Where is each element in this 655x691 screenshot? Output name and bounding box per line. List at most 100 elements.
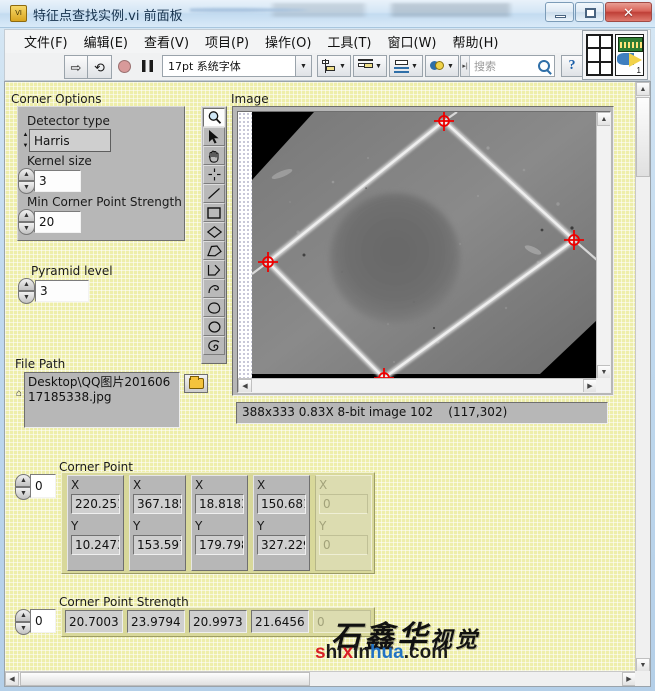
image-label: Image	[231, 92, 269, 106]
min-strength-input[interactable]: 20	[34, 211, 81, 233]
vi-icon-number: 1	[637, 66, 641, 75]
wm-c12: m	[431, 642, 448, 663]
corner-point-index[interactable]: 0	[30, 474, 56, 498]
freehand-region-tool[interactable]	[203, 336, 225, 355]
strength-index[interactable]: 0	[30, 609, 56, 633]
chevron-down-icon[interactable]: ▼	[295, 56, 311, 76]
spinner-down-icon[interactable]: ▼	[18, 181, 35, 194]
vertical-scroll-thumb[interactable]	[636, 97, 650, 177]
distribute-objects-button[interactable]: ▼	[353, 55, 387, 77]
title-bar: VI 特征点查找实例.vi 前面板 ✕	[0, 0, 655, 28]
search-input[interactable]: 搜索	[470, 58, 496, 74]
rotated-rectangle-tool[interactable]	[203, 222, 225, 241]
panel-horizontal-scrollbar[interactable]: ◀ ▶	[5, 671, 636, 686]
distribute-objects-icon	[358, 59, 373, 73]
labview-front-panel-window: VI 特征点查找实例.vi 前面板 ✕ 文件(F) 编辑(E) 查看(V) 项目…	[0, 0, 655, 691]
menu-help[interactable]: 帮助(H)	[445, 30, 507, 53]
spinner-up-icon[interactable]: ▲	[18, 278, 35, 291]
strength-value-4: 0	[313, 610, 371, 633]
spinner-up-icon[interactable]: ▲	[18, 209, 35, 222]
corner-detection-image[interactable]	[238, 112, 597, 379]
menu-project[interactable]: 项目(P)	[197, 30, 257, 53]
scroll-down-button[interactable]: ▼	[597, 365, 611, 379]
scrollbar-corner	[635, 671, 650, 686]
pyramid-level-spinner[interactable]: ▲ ▼	[18, 278, 35, 304]
image-tool-palette[interactable]	[201, 106, 227, 364]
detector-type-label: Detector type	[27, 114, 110, 128]
abort-button[interactable]	[113, 55, 136, 77]
scroll-left-button[interactable]: ◀	[5, 672, 19, 686]
detector-type-ring[interactable]: Harris	[29, 129, 111, 152]
font-selector[interactable]: 17pt 系统字体 ▼	[162, 55, 312, 77]
reorder-objects-button[interactable]: ▼	[425, 55, 459, 77]
menu-file[interactable]: 文件(F)	[16, 30, 76, 53]
minimize-button[interactable]	[545, 2, 574, 22]
pan-tool[interactable]	[203, 146, 225, 165]
rectangle-tool[interactable]	[203, 203, 225, 222]
strength-value-1: 23.9794	[127, 610, 185, 633]
corner-point-y-value-3: 327.229	[257, 535, 306, 555]
kernel-size-label: Kernel size	[27, 154, 92, 168]
image-vertical-scrollbar[interactable]: ▲ ▼	[596, 112, 610, 379]
menu-window[interactable]: 窗口(W)	[380, 30, 445, 53]
menu-view[interactable]: 查看(V)	[136, 30, 197, 53]
point-tool[interactable]	[203, 165, 225, 184]
menu-tools[interactable]: 工具(T)	[319, 30, 379, 53]
close-icon: ✕	[606, 3, 651, 21]
context-help-button[interactable]: ?	[561, 55, 583, 77]
search-icon[interactable]	[538, 60, 550, 72]
spinner-down-icon[interactable]: ▼	[18, 222, 35, 235]
run-continuously-button[interactable]: ⟲	[88, 56, 111, 78]
maximize-button[interactable]	[575, 2, 604, 22]
strength-value-3: 21.6456	[251, 610, 309, 633]
watermark-chinese-2: 视觉	[430, 627, 480, 653]
browse-folder-button[interactable]	[184, 374, 208, 393]
horizontal-scroll-thumb[interactable]	[20, 672, 310, 686]
run-arrow-icon: ⇨	[71, 61, 82, 74]
corner-point-y-value-0: 10.2473	[71, 535, 120, 555]
image-horizontal-scrollbar[interactable]: ◀ ▶	[238, 378, 597, 392]
search-box[interactable]: ▸| 搜索	[460, 55, 555, 77]
spinner-up-icon[interactable]: ▲	[18, 168, 35, 181]
corner-point-x-label-3: X	[257, 478, 265, 492]
scroll-up-button[interactable]: ▲	[597, 112, 611, 126]
menu-edit[interactable]: 编辑(E)	[76, 30, 136, 53]
select-tool[interactable]	[203, 127, 225, 146]
scroll-right-button[interactable]: ▶	[622, 672, 636, 686]
connector-pane[interactable]	[586, 34, 613, 76]
polygon-tool[interactable]	[203, 241, 225, 260]
vi-icon[interactable]: 1	[615, 34, 644, 76]
run-button[interactable]: ⇨	[65, 56, 88, 78]
scroll-right-button[interactable]: ▶	[583, 379, 597, 393]
corner-point-x-value-0: 220.251	[71, 494, 120, 514]
min-corner-point-strength-label: Min Corner Point Strength	[27, 195, 182, 209]
wm-c3: x	[342, 642, 353, 663]
menu-operate[interactable]: 操作(O)	[257, 30, 319, 53]
min-strength-spinner[interactable]: ▲ ▼	[18, 209, 35, 235]
front-panel-canvas[interactable]: Corner Options Detector type ▲ ▼ Harris …	[5, 82, 636, 672]
corner-point-x-value-4: 0	[319, 494, 368, 514]
freehand-line-tool[interactable]	[203, 279, 225, 298]
close-button[interactable]: ✕	[605, 2, 652, 22]
scroll-up-button[interactable]: ▲	[636, 82, 650, 96]
file-path-input[interactable]: Desktop\QQ图片20160617185338.jpg	[24, 372, 180, 428]
spinner-down-icon[interactable]: ▼	[18, 291, 35, 304]
oval-tool[interactable]	[203, 317, 225, 336]
zoom-tool[interactable]	[203, 108, 225, 127]
corner-point-y-label-1: Y	[133, 519, 140, 533]
pause-button[interactable]	[136, 55, 159, 77]
scroll-left-button[interactable]: ◀	[238, 379, 252, 393]
resize-objects-button[interactable]: ▼	[389, 55, 423, 77]
abort-execution-icon	[118, 60, 131, 73]
panel-vertical-scrollbar[interactable]: ▲ ▼	[635, 82, 650, 672]
kernel-size-spinner[interactable]: ▲ ▼	[18, 168, 35, 194]
image-display[interactable]: ▲ ▼ ◀ ▶	[237, 111, 611, 393]
broken-line-tool[interactable]	[203, 260, 225, 279]
pyramid-level-input[interactable]: 3	[35, 280, 89, 302]
kernel-size-input[interactable]: 3	[34, 170, 81, 192]
scroll-down-button[interactable]: ▼	[636, 658, 650, 672]
line-tool[interactable]	[203, 184, 225, 203]
annulus-tool[interactable]	[203, 298, 225, 317]
align-objects-button[interactable]: ▼	[317, 55, 351, 77]
corner-point-y-value-2: 179.798	[195, 535, 244, 555]
